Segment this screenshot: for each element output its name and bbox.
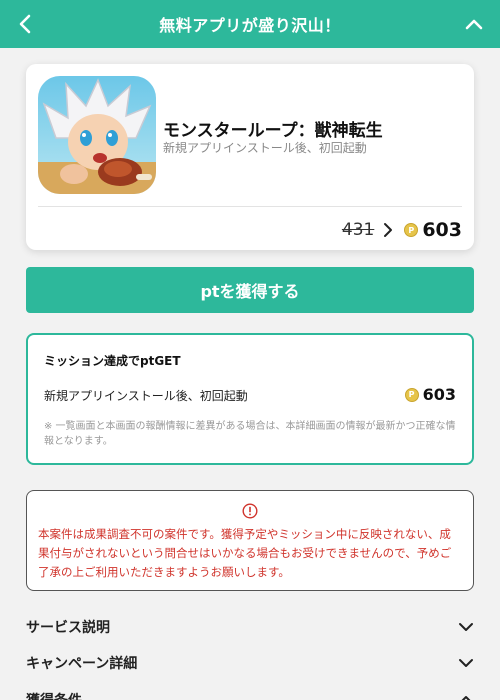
chevron-down-icon — [459, 659, 473, 667]
mission-task: 新規アプリインストール後、初回起動 — [44, 389, 248, 403]
section-campaign-details[interactable]: キャンペーン詳細 — [26, 649, 474, 677]
app-card: モンスターループ：獣神転生 新規アプリインストール後、初回起動 431 P 60… — [26, 64, 474, 250]
section-label: キャンペーン詳細 — [26, 656, 138, 672]
mission-title: ミッション達成でptGET — [44, 354, 181, 368]
chevron-up-icon[interactable] — [462, 11, 486, 37]
new-points: 603 — [422, 219, 462, 241]
old-points: 431 — [341, 220, 375, 240]
point-coin-icon: P — [404, 223, 419, 237]
get-points-button[interactable]: ptを獲得する — [26, 267, 474, 313]
divider — [38, 206, 462, 207]
section-service-description[interactable]: サービス説明 — [26, 613, 474, 641]
section-acquisition-conditions[interactable]: 獲得条件 — [26, 686, 474, 700]
app-subtitle: 新規アプリインストール後、初回起動 — [163, 141, 367, 155]
app-icon — [38, 76, 156, 194]
chevron-right-icon — [384, 223, 393, 237]
info-circle-icon — [242, 503, 258, 519]
mission-box: ミッション達成でptGET 新規アプリインストール後、初回起動 P 603 ※ … — [26, 333, 474, 465]
warning-box: 本案件は成果調査不可の案件です。獲得予定やミッション中に反映されない、成果付与が… — [26, 490, 474, 591]
header-title: 無料アプリが盛り沢山！ — [159, 16, 341, 35]
point-coin-icon: P — [404, 387, 419, 402]
mission-points: P 603 — [404, 385, 456, 404]
chevron-left-icon[interactable] — [14, 11, 38, 37]
app-name: モンスターループ：獣神転生 — [163, 121, 383, 141]
chevron-up-icon — [461, 696, 471, 700]
mission-points-value: 603 — [422, 385, 456, 404]
warning-text: 本案件は成果調査不可の案件です。獲得予定やミッション中に反映されない、成果付与が… — [38, 527, 452, 579]
chevron-down-icon — [459, 623, 473, 631]
app-header: 無料アプリが盛り沢山！ — [0, 0, 500, 48]
mission-note: ※ 一覧画面と本画面の報酬情報に差異がある場合は、本詳細画面の情報が最新かつ正確… — [44, 421, 456, 447]
section-label: サービス説明 — [26, 620, 110, 636]
points-row: 431 P 603 — [342, 216, 462, 244]
section-label: 獲得条件 — [26, 690, 82, 700]
